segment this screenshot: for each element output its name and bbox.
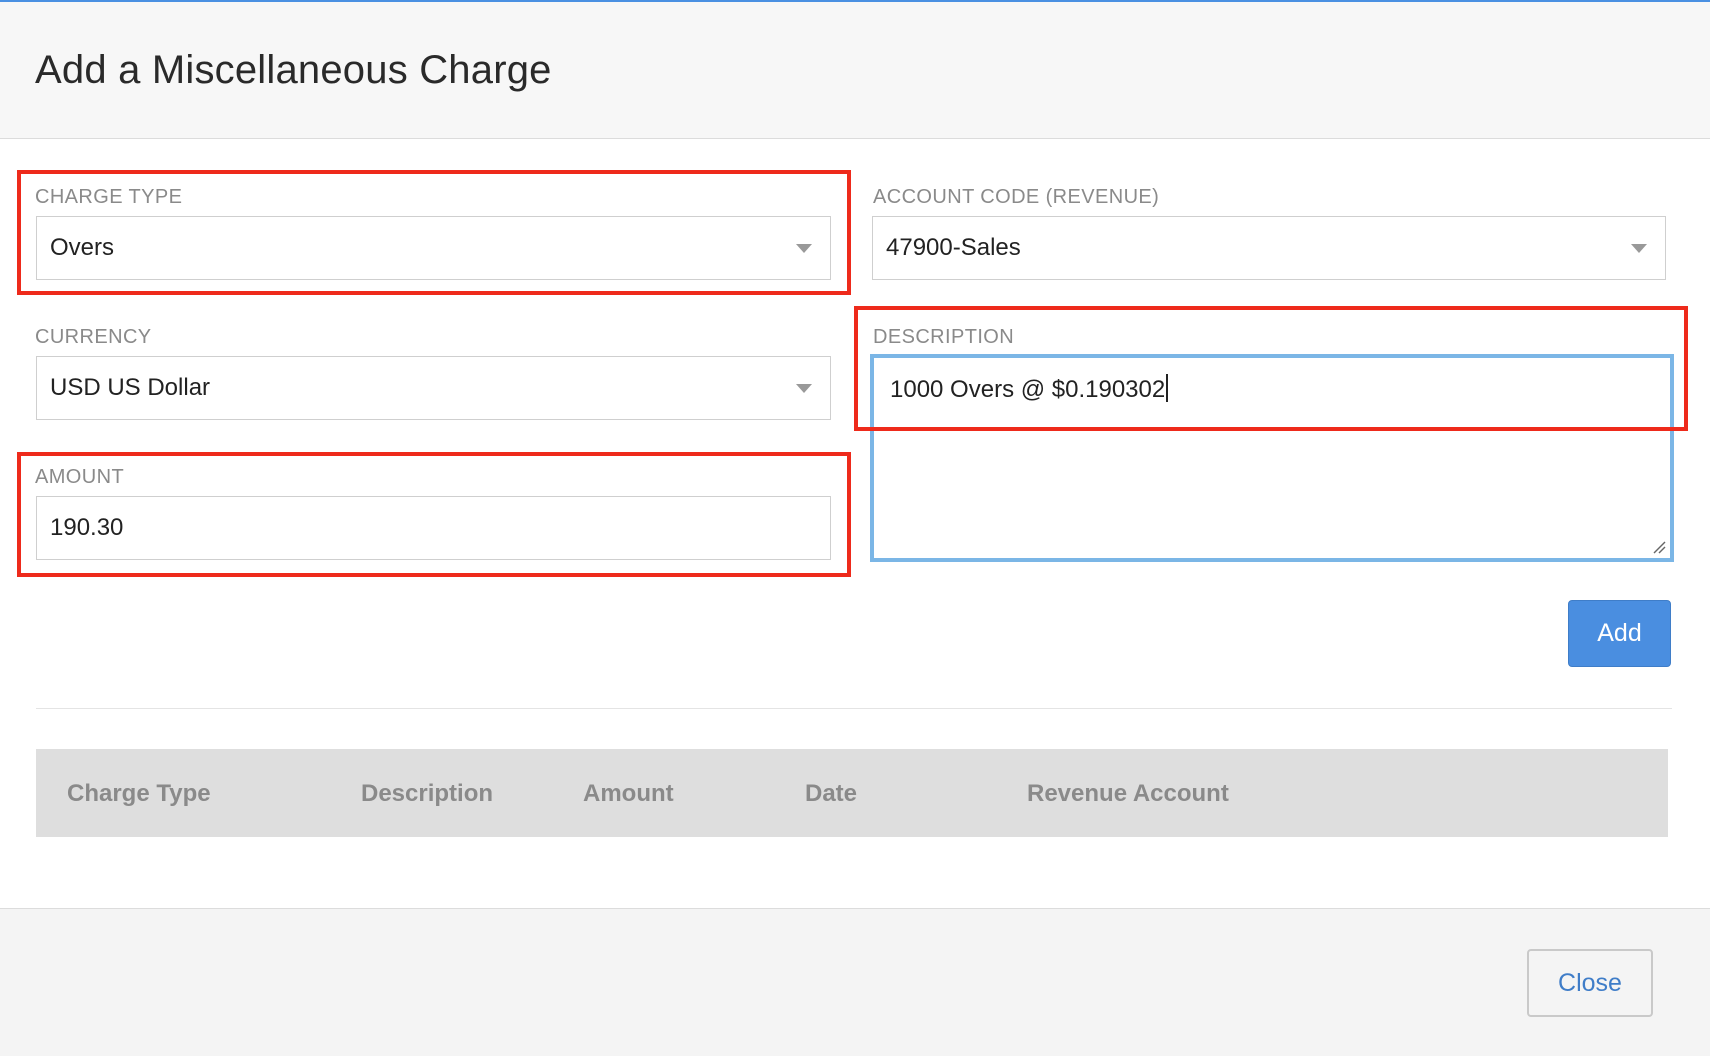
account-code-value: 47900-Sales — [886, 234, 1021, 261]
currency-label: CURRENCY — [35, 326, 152, 348]
column-revenue-account: Revenue Account — [1027, 780, 1229, 807]
resize-handle-icon[interactable] — [1652, 540, 1666, 554]
close-button[interactable]: Close — [1527, 949, 1653, 1017]
amount-label: AMOUNT — [35, 466, 125, 488]
column-date: Date — [805, 780, 858, 807]
account-code-select[interactable]: 47900-Sales — [872, 216, 1666, 280]
dialog-footer: Close — [0, 908, 1710, 1056]
amount-input[interactable]: 190.30 — [36, 496, 831, 560]
chevron-down-icon — [1631, 244, 1647, 253]
chevron-down-icon — [796, 244, 812, 253]
description-textarea[interactable]: 1000 Overs @ $0.190302 — [870, 354, 1674, 562]
column-amount: Amount — [583, 780, 674, 807]
misc-charge-dialog: Add a Miscellaneous Charge CHARGE TYPE O… — [0, 0, 1710, 1056]
charge-type-select[interactable]: Overs — [36, 216, 831, 280]
add-button[interactable]: Add — [1568, 600, 1671, 667]
text-cursor — [1166, 374, 1169, 402]
dialog-title: Add a Miscellaneous Charge — [35, 48, 552, 92]
charge-type-label: CHARGE TYPE — [35, 186, 183, 208]
column-description: Description — [361, 780, 494, 807]
currency-value: USD US Dollar — [50, 374, 211, 401]
dialog-header: Add a Miscellaneous Charge — [0, 2, 1710, 139]
section-divider — [36, 708, 1672, 709]
charge-type-value: Overs — [50, 234, 115, 261]
amount-value: 190.30 — [50, 514, 124, 541]
charges-table-header: Charge Type Description Amount Date Reve… — [36, 749, 1668, 837]
chevron-down-icon — [796, 384, 812, 393]
currency-select[interactable]: USD US Dollar — [36, 356, 831, 420]
account-code-label: ACCOUNT CODE (REVENUE) — [873, 186, 1160, 208]
description-value: 1000 Overs @ $0.190302 — [890, 376, 1166, 403]
column-charge-type: Charge Type — [67, 780, 211, 807]
description-label: DESCRIPTION — [873, 326, 1015, 348]
